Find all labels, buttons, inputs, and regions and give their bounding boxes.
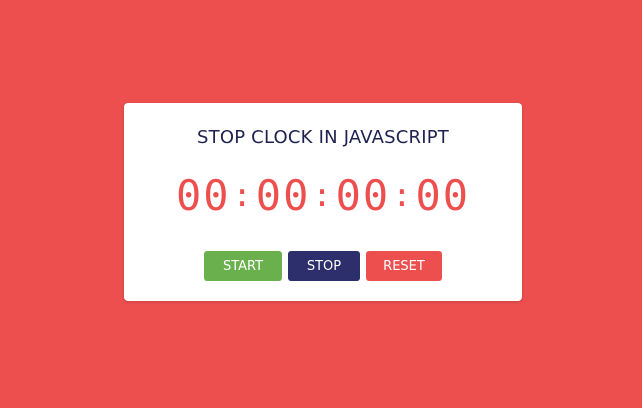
clock-segment-4: 00 — [415, 171, 471, 220]
clock-display: 00:00:00:00 — [124, 175, 522, 217]
clock-segment-3: 00 — [335, 171, 391, 220]
clock-separator: : — [312, 176, 334, 214]
start-button[interactable]: START — [204, 251, 282, 281]
clock-separator: : — [392, 176, 414, 214]
stop-button[interactable]: STOP — [288, 251, 360, 281]
stopclock-card: STOP CLOCK IN JAVASCRIPT 00:00:00:00 STA… — [124, 103, 522, 301]
page-title: STOP CLOCK IN JAVASCRIPT — [197, 127, 449, 148]
reset-button[interactable]: RESET — [366, 251, 442, 281]
clock-segment-2: 00 — [255, 171, 311, 220]
clock-separator: : — [232, 176, 254, 214]
clock-controls: START STOP RESET — [124, 251, 522, 281]
clock-segment-1: 00 — [175, 171, 231, 220]
